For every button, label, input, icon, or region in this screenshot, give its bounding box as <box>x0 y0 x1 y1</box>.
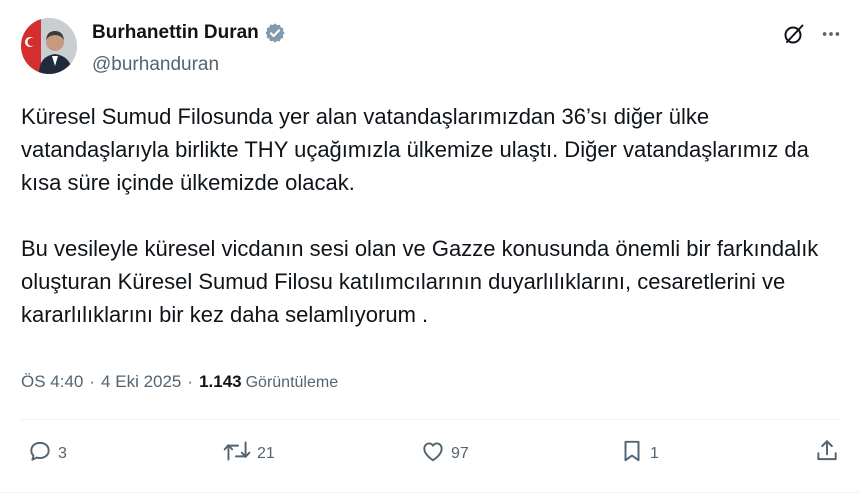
divider <box>0 492 860 493</box>
views-count: 1.143 <box>199 372 242 391</box>
author-name-row: Burhanettin Duran <box>92 22 286 44</box>
like-icon <box>420 438 446 469</box>
author-display-name[interactable]: Burhanettin Duran <box>92 22 259 44</box>
bookmark-button[interactable]: 1 <box>619 438 659 469</box>
verified-badge-icon[interactable] <box>264 22 286 44</box>
retweet-icon <box>222 438 252 469</box>
tweet-time[interactable]: ÖS 4:40 <box>21 372 83 392</box>
share-button[interactable] <box>814 438 840 469</box>
views-label: Görüntüleme <box>245 374 339 391</box>
tweet-top-actions <box>782 22 842 51</box>
tweet-paragraph: Bu vesileyle küresel vicdanın sesi olan … <box>21 236 819 327</box>
like-count: 97 <box>451 444 469 462</box>
retweet-count: 21 <box>257 444 275 462</box>
tweet-paragraph: Küresel Sumud Filosunda yer alan vatanda… <box>21 104 809 195</box>
bookmark-count: 1 <box>650 444 659 462</box>
tweet-text: Küresel Sumud Filosunda yer alan vatanda… <box>21 100 841 331</box>
meta-separator: · <box>89 372 96 391</box>
divider <box>21 419 839 420</box>
reply-count: 3 <box>58 444 67 462</box>
author-handle[interactable]: @burhanduran <box>92 54 219 76</box>
tweet-meta: ÖS 4:40 · 4 Eki 2025 · 1.143 Görüntüleme <box>21 372 338 392</box>
avatar[interactable] <box>21 18 77 74</box>
retweet-button[interactable]: 21 <box>222 438 275 469</box>
reply-button[interactable]: 3 <box>27 438 67 469</box>
like-button[interactable]: 97 <box>420 438 469 469</box>
share-icon <box>814 438 840 469</box>
more-icon[interactable] <box>820 23 842 50</box>
meta-separator: · <box>187 372 194 391</box>
grok-icon[interactable] <box>782 22 806 51</box>
tweet-actions: 3 21 97 1 <box>0 438 860 478</box>
tweet-date[interactable]: 4 Eki 2025 <box>101 372 181 392</box>
tweet: Burhanettin Duran @burhanduran Küresel S… <box>0 0 860 504</box>
bookmark-icon <box>619 438 645 469</box>
reply-icon <box>27 438 53 469</box>
